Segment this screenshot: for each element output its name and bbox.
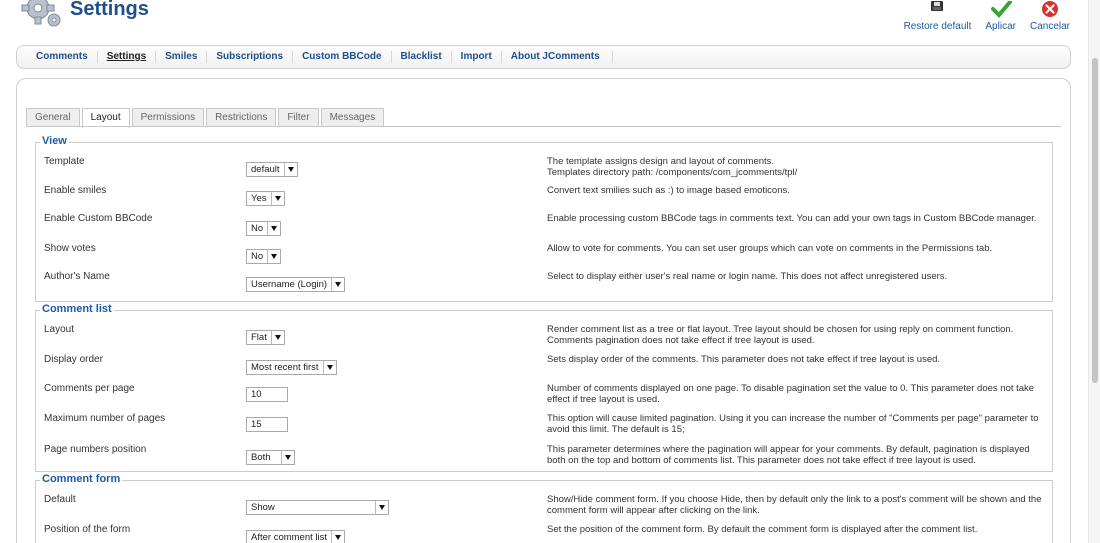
- comment-form-legend: Comment form: [40, 473, 123, 485]
- enable-custom-bbcode-select[interactable]: No: [246, 221, 282, 236]
- chevron-down-icon: [267, 250, 280, 263]
- tab-general[interactable]: General: [26, 108, 80, 127]
- template-label: Template: [44, 156, 85, 167]
- tab-layout[interactable]: Layout: [81, 108, 130, 128]
- restore-default-label: Restore default: [903, 21, 972, 32]
- settings-gear-icon: [21, 0, 61, 27]
- default-form-description: Show/Hide comment form. If you choose Hi…: [547, 494, 1042, 516]
- display-order-select[interactable]: Most recent first: [246, 360, 337, 375]
- comments-per-page-label: Comments per page: [44, 383, 135, 394]
- submenu-about[interactable]: About JComments: [502, 51, 613, 63]
- default-form-select[interactable]: Show: [246, 500, 389, 515]
- enable-smiles-value: Yes: [251, 193, 267, 204]
- comments-per-page-description: Number of comments displayed on one page…: [547, 383, 1035, 405]
- chevron-down-icon: [270, 331, 284, 344]
- enable-smiles-description: Convert text smilies such as :) to image…: [547, 185, 790, 196]
- chevron-down-icon: [281, 451, 294, 464]
- checkmark-icon: [990, 1, 1012, 18]
- settings-tabs: General Layout Permissions Restrictions …: [26, 108, 385, 128]
- cancel-icon: [1041, 1, 1058, 17]
- form-position-select[interactable]: After comment list: [246, 530, 346, 543]
- template-value: default: [251, 164, 280, 175]
- cancel-label: Cancelar: [1029, 21, 1070, 32]
- form-position-value: After comment list: [251, 532, 328, 543]
- show-votes-label: Show votes: [44, 243, 96, 254]
- chevron-down-icon: [283, 163, 297, 176]
- tab-filter[interactable]: Filter: [278, 108, 319, 127]
- page-numbers-position-select[interactable]: Both: [246, 450, 295, 465]
- max-pages-label: Maximum number of pages: [44, 413, 166, 424]
- max-pages-description: This option will cause limited paginatio…: [547, 413, 1039, 435]
- form-position-description: Set the position of the comment form. By…: [547, 524, 978, 535]
- layout-select[interactable]: Flat: [246, 330, 285, 345]
- page-scrollbar[interactable]: [1088, 0, 1100, 543]
- layout-description: Render comment list as a tree or flat la…: [547, 324, 1014, 346]
- page-title: Settings: [70, 0, 149, 20]
- submenu-blacklist[interactable]: Blacklist: [392, 51, 452, 63]
- template-select[interactable]: default: [246, 162, 298, 177]
- cancel-button[interactable]: Cancelar: [1030, 0, 1070, 32]
- toolbar: Restore default Aplicar Cancelar: [904, 0, 1070, 36]
- tab-restrictions[interactable]: Restrictions: [206, 108, 277, 127]
- comment-list-legend: Comment list: [40, 303, 114, 315]
- template-description: The template assigns design and layout o…: [547, 156, 798, 178]
- apply-button[interactable]: Aplicar: [985, 0, 1016, 32]
- default-form-label: Default: [44, 494, 76, 505]
- show-votes-select[interactable]: No: [246, 249, 282, 264]
- header: Settings Restore default Aplicar Cancela…: [0, 0, 1088, 38]
- form-position-label: Position of the form: [44, 524, 131, 535]
- enable-custom-bbcode-label: Enable Custom BBCode: [44, 213, 153, 224]
- comments-per-page-input[interactable]: 10: [246, 387, 288, 402]
- tab-permissions[interactable]: Permissions: [131, 108, 205, 127]
- tabs-divider: [26, 126, 1061, 127]
- submenu-custom-bbcode[interactable]: Custom BBCode: [293, 51, 392, 63]
- scrollbar-thumb[interactable]: [1092, 58, 1098, 383]
- tab-messages[interactable]: Messages: [320, 108, 385, 127]
- max-pages-input[interactable]: 15: [246, 417, 288, 432]
- chevron-down-icon: [270, 192, 284, 205]
- view-fieldset: View Template default The template assig…: [35, 135, 1053, 302]
- chevron-down-icon: [267, 222, 280, 235]
- submenu-settings[interactable]: Settings: [98, 51, 157, 63]
- submenu-smiles[interactable]: Smiles: [156, 51, 208, 63]
- submenu-subscriptions[interactable]: Subscriptions: [207, 51, 294, 63]
- show-votes-value: No: [251, 251, 264, 262]
- submenu-bar: Comments Settings Smiles Subscriptions C…: [16, 45, 1071, 69]
- authors-name-select[interactable]: Username (Login): [246, 277, 346, 292]
- default-form-value: Show: [251, 502, 275, 513]
- comment-form-fieldset: Comment form Default Show Show/Hide comm…: [35, 473, 1053, 543]
- show-votes-description: Allow to vote for comments. You can set …: [547, 243, 993, 254]
- floppy-disk-icon: [931, 1, 944, 11]
- chevron-down-icon: [375, 501, 388, 514]
- authors-name-label: Author's Name: [44, 271, 110, 282]
- page-numbers-position-label: Page numbers position: [44, 444, 147, 455]
- page-numbers-position-value: Both: [251, 452, 271, 463]
- page-numbers-position-description: This parameter determines where the pagi…: [547, 444, 1030, 466]
- submenu-import[interactable]: Import: [452, 51, 502, 63]
- layout-value: Flat: [251, 332, 267, 343]
- restore-default-button[interactable]: Restore default: [903, 0, 972, 32]
- chevron-down-icon: [322, 361, 336, 374]
- view-legend: View: [40, 135, 69, 147]
- enable-custom-bbcode-description: Enable processing custom BBCode tags in …: [547, 213, 1037, 224]
- authors-name-value: Username (Login): [251, 279, 328, 290]
- enable-custom-bbcode-value: No: [251, 223, 264, 234]
- display-order-label: Display order: [44, 354, 103, 365]
- comment-list-fieldset: Comment list Layout Flat Render comment …: [35, 303, 1053, 472]
- authors-name-description: Select to display either user's real nam…: [547, 271, 948, 282]
- enable-smiles-label: Enable smiles: [44, 185, 107, 196]
- chevron-down-icon: [331, 278, 344, 291]
- display-order-description: Sets display order of the comments. This…: [547, 354, 941, 365]
- layout-label: Layout: [44, 324, 75, 335]
- apply-label: Aplicar: [985, 21, 1016, 32]
- display-order-value: Most recent first: [251, 362, 319, 373]
- submenu-comments[interactable]: Comments: [27, 51, 98, 63]
- chevron-down-icon: [331, 531, 344, 543]
- enable-smiles-select[interactable]: Yes: [246, 191, 285, 206]
